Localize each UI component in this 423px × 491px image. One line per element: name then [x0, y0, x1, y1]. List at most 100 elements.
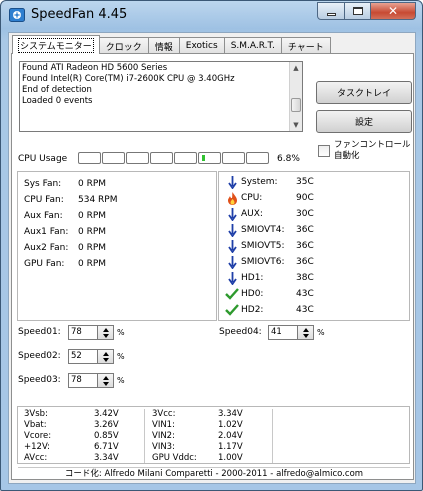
minimize-button[interactable] [317, 2, 345, 20]
spin-arrows-icon[interactable] [98, 325, 114, 340]
maximize-button[interactable] [344, 2, 371, 20]
voltage-name: GPU Vddc: [152, 453, 197, 463]
column-divider [272, 409, 273, 463]
tray-button[interactable]: タスクトレイ [316, 81, 412, 104]
client-area: システムモニター クロック 情報 Exotics S.M.A.R.T. チャート… [8, 32, 416, 484]
temp-name: SMIOVT6: [241, 257, 285, 267]
log-line: End of detection [22, 85, 92, 95]
speed04-label: Speed04: [219, 327, 262, 337]
tab-label: S.M.A.R.T. [230, 41, 275, 51]
title-bar[interactable]: SpeedFan 4.45 ✕ [1, 1, 422, 29]
fan-value: 0 RPM [78, 179, 107, 189]
percent-unit: % [117, 376, 125, 385]
cpu-usage-cell [150, 152, 173, 164]
system-monitor-pane: Found ATI Radeon HD 5600 Series Found In… [11, 53, 414, 480]
cpu-usage-cell [78, 152, 101, 164]
percent-unit: % [317, 328, 325, 337]
voltage-value: 3.34V [94, 453, 119, 463]
tab-label: チャート [287, 42, 324, 53]
fan-name: Aux2 Fan: [24, 243, 69, 253]
scroll-down-icon[interactable]: ▼ [290, 119, 302, 131]
fan-name: GPU Fan: [24, 259, 65, 269]
temp-value: 43C [296, 289, 314, 299]
voltage-value: 2.04V [218, 431, 243, 441]
temp-value: 36C [296, 257, 314, 267]
log-line: Loaded 0 events [22, 96, 93, 106]
checkmark-icon [225, 302, 239, 318]
speed03-label: Speed03: [18, 375, 61, 385]
voltage-name: 3Vcc: [152, 409, 176, 419]
tab-clock[interactable]: クロック [98, 37, 149, 54]
tab-label: システムモニター [18, 37, 94, 53]
cpu-usage-cell [222, 152, 245, 164]
speed04-stepper[interactable]: 41 % [268, 325, 325, 340]
temperatures-panel: System: 35C CPU: 90C AUX: 30C SMIOVT4: 36C SMIOV… [218, 171, 410, 321]
temp-name: SMIOVT4: [241, 225, 285, 235]
arrow-down-icon [225, 222, 239, 238]
voltage-value: 1.02V [218, 420, 243, 430]
cpu-usage-cell [126, 152, 149, 164]
log-lines: Found ATI Radeon HD 5600 Series Found In… [22, 63, 235, 107]
event-log[interactable]: Found ATI Radeon HD 5600 Series Found In… [19, 61, 303, 132]
credits-footer: コード化: Alfredo Milani Comparetti - 2000-2… [18, 467, 410, 479]
temp-value: 43C [296, 305, 314, 315]
speed02-stepper[interactable]: 52 % [68, 349, 125, 364]
voltage-value: 0.85V [94, 431, 119, 441]
speed02-input[interactable]: 52 [68, 349, 98, 364]
fan-name: CPU Fan: [24, 195, 64, 205]
cpu-usage-cell [102, 152, 125, 164]
tab-exotics[interactable]: Exotics [178, 37, 225, 54]
temp-name: AUX: [241, 209, 263, 219]
voltage-value: 3.42V [94, 409, 119, 419]
cpu-usage-fill [202, 155, 205, 161]
log-line: Found Intel(R) Core(TM) i7-2600K CPU @ 3… [22, 74, 235, 84]
scroll-thumb[interactable] [291, 98, 301, 112]
temp-name: SMIOVT5: [241, 241, 285, 251]
voltage-name: Vcore: [24, 431, 52, 441]
temp-name: HD2: [241, 305, 264, 315]
speed01-label: Speed01: [18, 327, 61, 337]
tab-info[interactable]: 情報 [147, 37, 180, 54]
speedfan-window: SpeedFan 4.45 ✕ システムモニター クロック 情報 Exotics… [0, 0, 423, 491]
speed03-input[interactable]: 78 [68, 373, 98, 388]
log-line: Found ATI Radeon HD 5600 Series [22, 63, 168, 73]
cpu-usage-cell [174, 152, 197, 164]
voltage-value: 3.26V [94, 420, 119, 430]
cpu-usage-meter [78, 152, 270, 164]
arrow-down-icon [225, 238, 239, 254]
tab-smart[interactable]: S.M.A.R.T. [223, 37, 282, 54]
auto-fan-control-checkbox[interactable] [318, 145, 330, 157]
temp-name: System: [241, 177, 278, 187]
fan-value: 0 RPM [78, 227, 107, 237]
tab-label: クロック [105, 42, 142, 53]
voltage-name: +12V: [24, 442, 50, 452]
window-title: SpeedFan 4.45 [31, 7, 128, 22]
speed01-input[interactable]: 78 [68, 325, 98, 340]
arrow-down-icon [225, 270, 239, 286]
spin-arrows-icon[interactable] [98, 349, 114, 364]
percent-unit: % [117, 328, 125, 337]
tab-system-monitor[interactable]: システムモニター [12, 35, 100, 54]
temp-name: HD0: [241, 289, 264, 299]
voltage-value: 6.71V [94, 442, 119, 452]
spin-arrows-icon[interactable] [298, 325, 314, 340]
temp-value: 35C [296, 177, 314, 187]
arrow-down-icon [225, 206, 239, 222]
voltage-value: 1.17V [218, 442, 243, 452]
fan-value: 0 RPM [78, 243, 107, 253]
auto-fan-control-label: ファンコントロール自動化 [334, 140, 411, 161]
speed04-input[interactable]: 41 [268, 325, 298, 340]
speed03-stepper[interactable]: 78 % [68, 373, 125, 388]
voltages-panel: 3Vsb: 3.42V Vbat: 3.26V Vcore: 0.85V +12V: 6.71… [17, 406, 410, 464]
temp-value: 36C [296, 241, 314, 251]
tab-chart[interactable]: チャート [280, 37, 331, 54]
close-button[interactable]: ✕ [370, 2, 416, 20]
settings-button[interactable]: 設定 [316, 110, 412, 133]
log-scrollbar[interactable]: ▲ ▼ [289, 62, 302, 131]
scroll-up-icon[interactable]: ▲ [290, 62, 302, 74]
spin-arrows-icon[interactable] [98, 373, 114, 388]
tab-strip: システムモニター クロック 情報 Exotics S.M.A.R.T. チャート [12, 35, 331, 54]
voltage-value: 1.00V [218, 453, 243, 463]
speed01-stepper[interactable]: 78 % [68, 325, 125, 340]
voltage-name: VIN3: [152, 442, 175, 452]
